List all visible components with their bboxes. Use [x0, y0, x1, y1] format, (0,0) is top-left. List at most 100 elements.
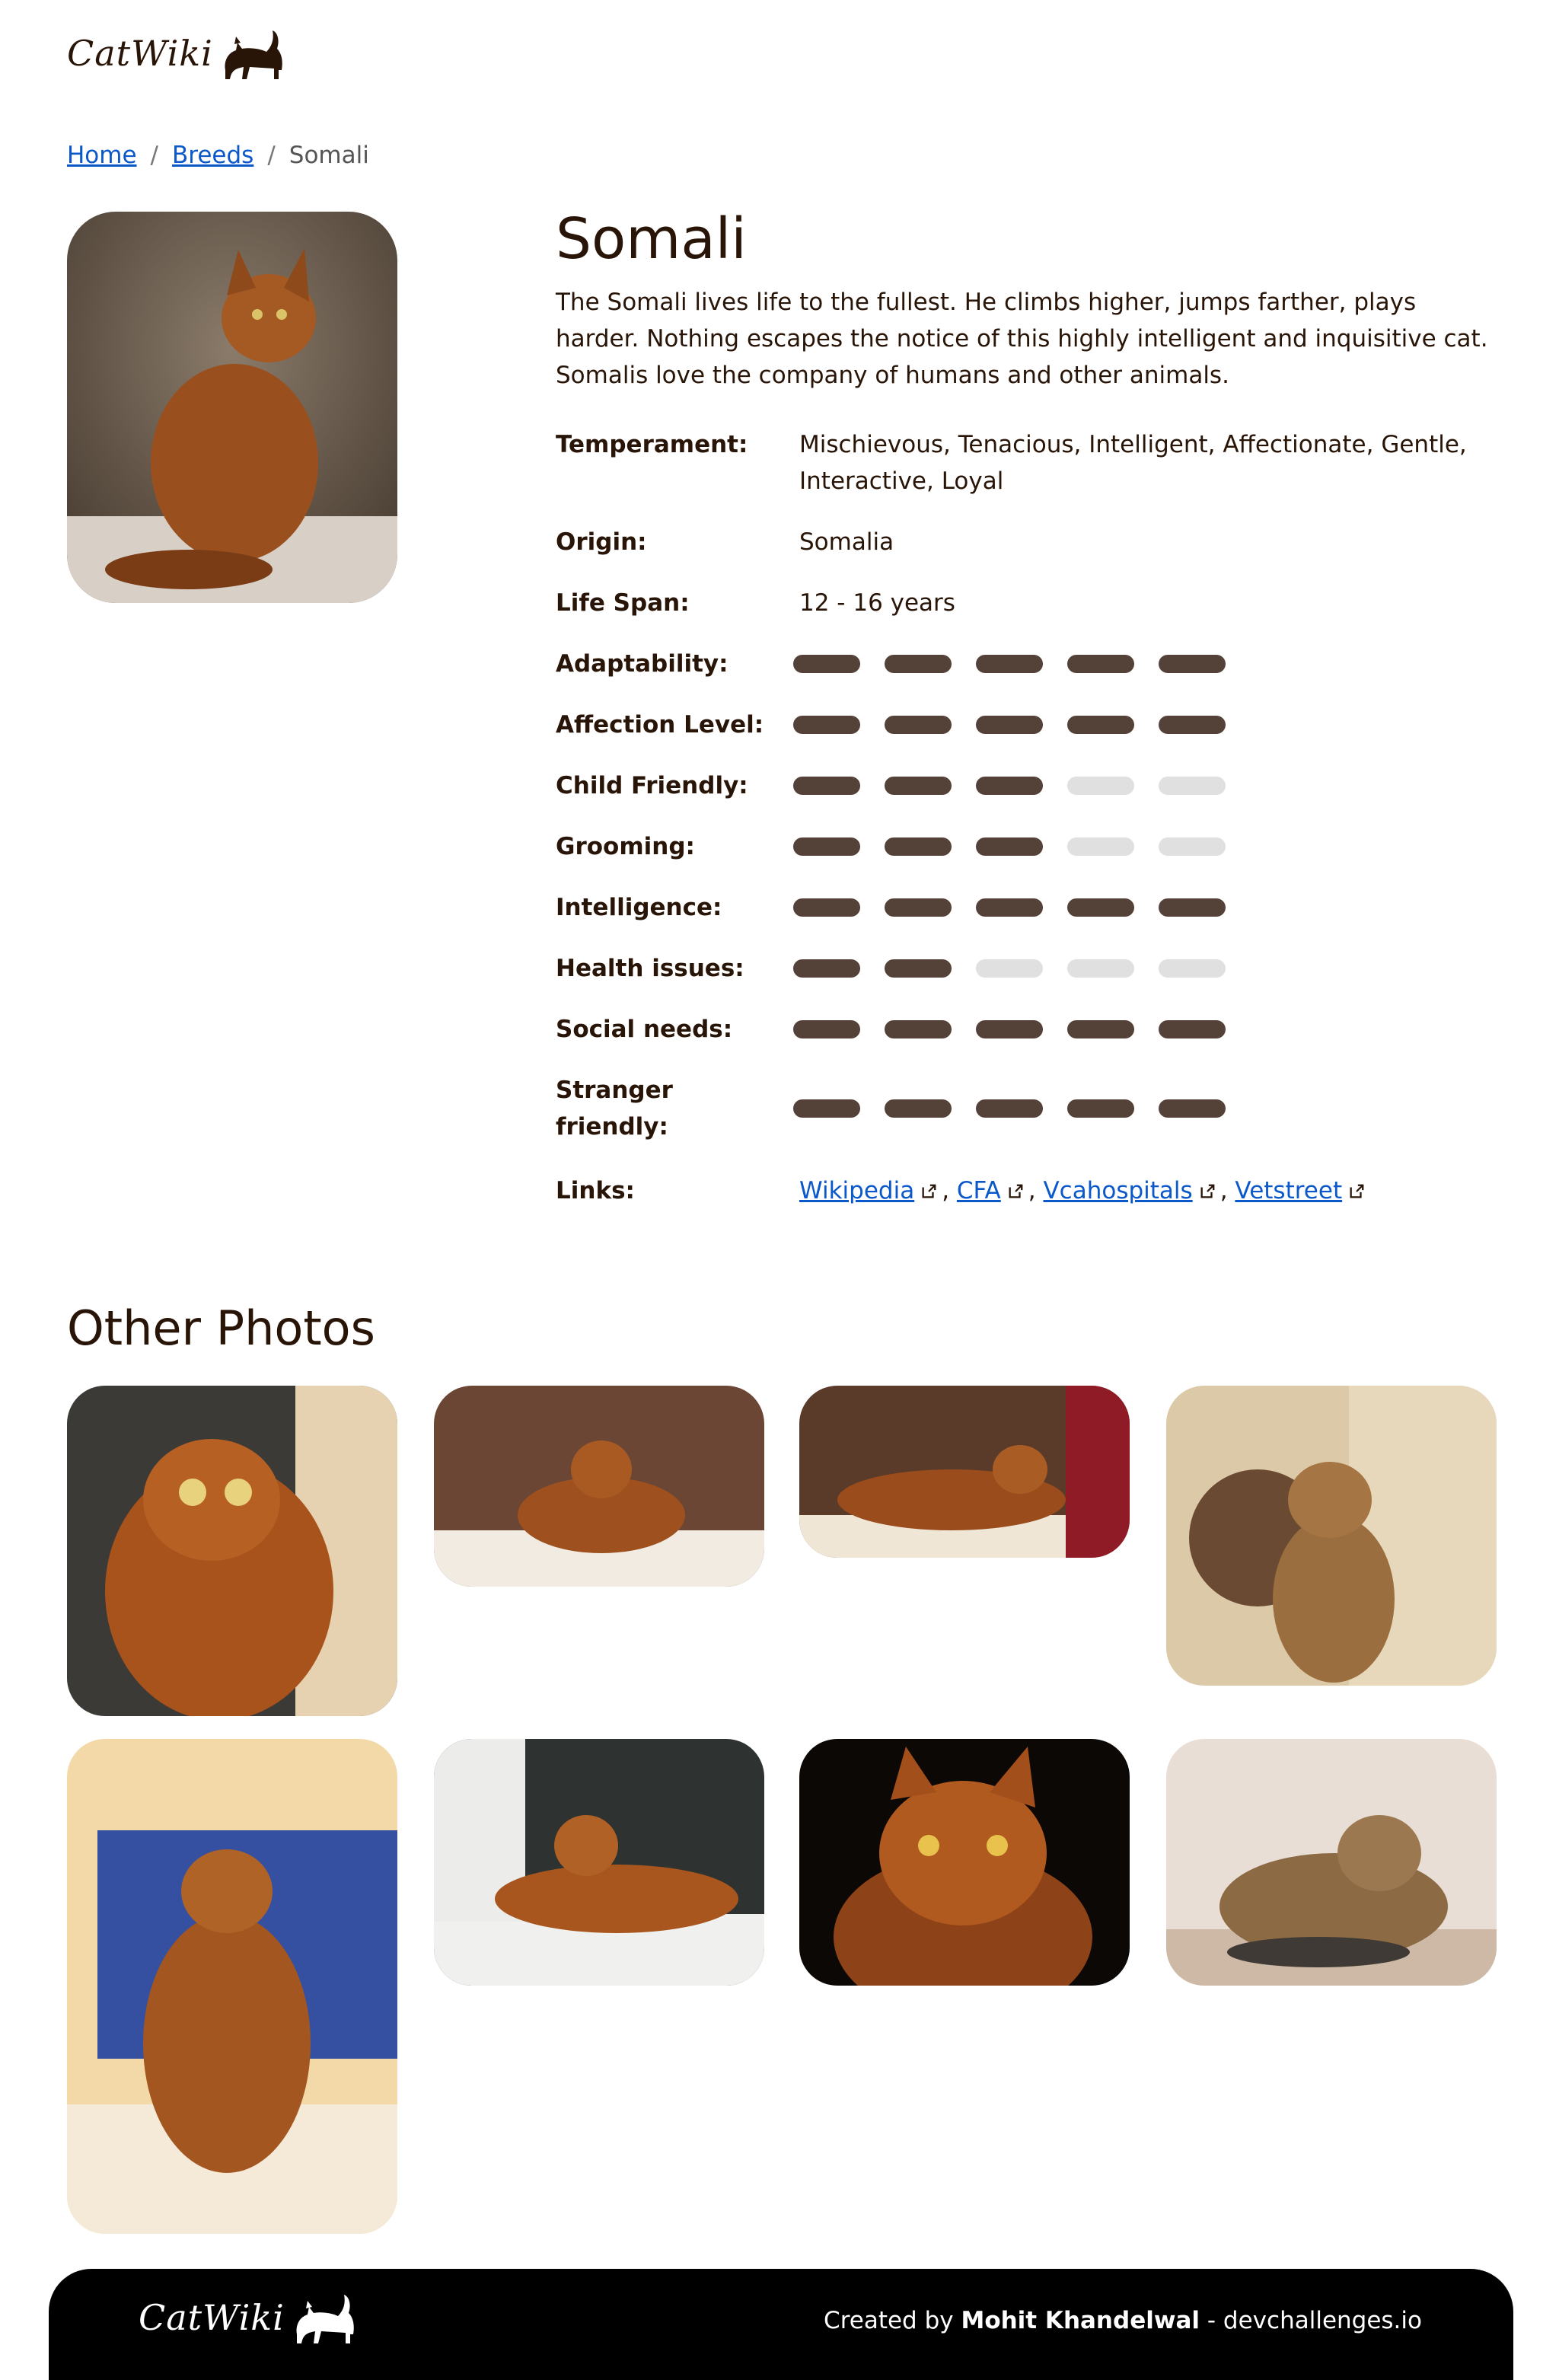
origin-value: Somalia — [799, 528, 894, 556]
links-value: Wikipedia, CFA, Vcahospitals, Vetstreet — [799, 1172, 1500, 1209]
other-photo-8[interactable] — [1166, 1739, 1497, 1986]
rating-row: Health issues: — [556, 950, 1500, 987]
logo-text: CatWiki — [67, 33, 213, 74]
links-label: Links: — [556, 1177, 635, 1204]
rating-value — [793, 828, 1500, 865]
rating-value — [793, 950, 1500, 987]
rating-bar-filled — [885, 716, 952, 734]
rating-row: Adaptability: — [556, 646, 1500, 682]
rating-row: Social needs: — [556, 1011, 1500, 1048]
vetstreet-link[interactable]: Vetstreet — [1235, 1177, 1342, 1204]
rating-bar-filled — [885, 1020, 952, 1038]
rating-bars — [793, 646, 1500, 682]
origin-label: Origin: — [556, 528, 647, 556]
header-logo[interactable]: CatWiki — [67, 23, 292, 84]
rating-value — [793, 646, 1500, 682]
cfa-link[interactable]: CFA — [957, 1177, 1001, 1204]
rating-bar-filled — [1067, 1099, 1134, 1118]
vcahospitals-link[interactable]: Vcahospitals — [1043, 1177, 1192, 1204]
rating-bar-filled — [976, 837, 1043, 856]
breadcrumb-breeds-link[interactable]: Breeds — [172, 142, 253, 169]
rating-bar-empty — [1159, 777, 1226, 795]
rating-row: Stranger friendly: — [556, 1072, 1500, 1145]
rating-bar-empty — [1159, 959, 1226, 978]
rating-row: Child Friendly: — [556, 767, 1500, 804]
rating-label: Grooming: — [556, 833, 695, 860]
other-photo-7[interactable] — [799, 1739, 1130, 1986]
external-link-icon — [1350, 1184, 1364, 1198]
rating-bar-filled — [976, 655, 1043, 673]
origin-row: Origin: Somalia — [556, 524, 1500, 560]
cat-logo-icon — [296, 2295, 354, 2343]
rating-label: Affection Level: — [556, 711, 764, 739]
rating-bars — [793, 828, 1500, 865]
external-link-icon — [1009, 1184, 1023, 1198]
temperament-value: Mischievous, Tenacious, Intelligent, Aff… — [799, 431, 1467, 495]
other-photo-3[interactable] — [799, 1386, 1130, 1558]
life-span-label: Life Span: — [556, 589, 690, 617]
rating-bars — [793, 1011, 1500, 1048]
rating-bar-filled — [793, 898, 860, 917]
breadcrumb: Home / Breeds / Somali — [67, 142, 369, 169]
rating-bars — [793, 889, 1500, 926]
rating-bar-empty — [1067, 837, 1134, 856]
footer-credit: Created by Mohit Khandelwal - devchallen… — [824, 2307, 1422, 2334]
rating-bar-filled — [1159, 1099, 1226, 1118]
rating-bar-filled — [1067, 1020, 1134, 1038]
rating-bar-filled — [885, 898, 952, 917]
rating-bar-filled — [885, 959, 952, 978]
wikipedia-link[interactable]: Wikipedia — [799, 1177, 914, 1204]
rating-bar-filled — [793, 777, 860, 795]
rating-bar-filled — [793, 1099, 860, 1118]
breadcrumb-home-link[interactable]: Home — [67, 142, 137, 169]
rating-bar-filled — [885, 655, 952, 673]
rating-value — [793, 889, 1500, 926]
rating-bar-filled — [1159, 716, 1226, 734]
breed-details: Somali The Somali lives life to the full… — [556, 206, 1500, 417]
cat-logo-icon — [225, 30, 282, 79]
temperament-label: Temperament: — [556, 431, 748, 458]
other-photo-2[interactable] — [434, 1386, 764, 1587]
rating-label: Child Friendly: — [556, 772, 748, 799]
rating-value — [793, 1011, 1500, 1048]
rating-row: Intelligence: — [556, 889, 1500, 926]
breadcrumb-separator: / — [267, 142, 276, 169]
breadcrumb-separator: / — [150, 142, 158, 169]
rating-bar-filled — [1159, 898, 1226, 917]
footer-logo-text: CatWiki — [139, 2297, 285, 2338]
rating-bar-filled — [1067, 716, 1134, 734]
rating-bar-empty — [1159, 837, 1226, 856]
rating-bar-filled — [793, 716, 860, 734]
link-separator: , — [942, 1177, 950, 1204]
rating-bar-filled — [793, 837, 860, 856]
rating-label: Stranger friendly: — [556, 1077, 673, 1141]
rating-bar-filled — [1067, 655, 1134, 673]
other-photo-4[interactable] — [1166, 1386, 1497, 1686]
rating-bar-filled — [793, 1020, 860, 1038]
rating-bars — [793, 950, 1500, 987]
link-separator: , — [1028, 1177, 1036, 1204]
rating-label: Intelligence: — [556, 894, 722, 921]
rating-bar-filled — [793, 959, 860, 978]
other-photo-1[interactable] — [67, 1386, 397, 1716]
rating-bar-filled — [1067, 898, 1134, 917]
rating-label: Social needs: — [556, 1016, 733, 1043]
rating-bar-filled — [793, 655, 860, 673]
other-photo-6[interactable] — [434, 1739, 764, 1986]
rating-bar-filled — [976, 1020, 1043, 1038]
rating-value — [793, 767, 1500, 804]
breed-description: The Somali lives life to the fullest. He… — [556, 288, 1488, 389]
external-link-icon — [922, 1184, 936, 1198]
rating-bar-filled — [1159, 1020, 1226, 1038]
footer: CatWiki Created by Mohit Khandelwal - de… — [49, 2269, 1513, 2380]
credit-suffix: - devchallenges.io — [1207, 2307, 1422, 2334]
rating-bar-filled — [976, 777, 1043, 795]
rating-bar-filled — [885, 1099, 952, 1118]
rating-bar-filled — [976, 1099, 1043, 1118]
footer-logo[interactable]: CatWiki — [139, 2287, 364, 2348]
rating-bar-filled — [1159, 655, 1226, 673]
other-photo-5[interactable] — [67, 1739, 397, 2234]
external-link-icon — [1200, 1184, 1215, 1198]
temperament-row: Temperament: Mischievous, Tenacious, Int… — [556, 426, 1500, 499]
rating-bars — [793, 1072, 1500, 1145]
